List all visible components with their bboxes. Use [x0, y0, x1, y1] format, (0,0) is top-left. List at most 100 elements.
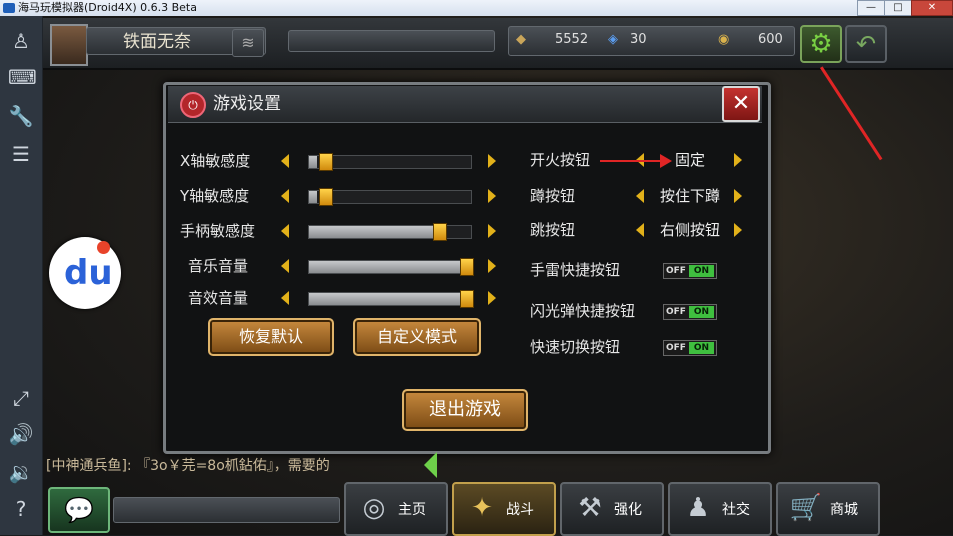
jump-button-label: 跳按钮	[530, 221, 576, 239]
nav-home-label: 主页	[398, 502, 426, 518]
slider-increase-arrow-icon[interactable]	[488, 224, 496, 238]
flashbang-shortcut-label: 闪光弹快捷按钮	[530, 302, 636, 320]
chat-ticker: [中神通兵鱼]: 『3o￥芫=8o枛鉆佑』，需要的	[46, 458, 330, 474]
exp-bar	[288, 30, 495, 52]
toggle-on-label: ON	[689, 265, 714, 277]
window-titlebar: 海马玩模拟器(Droid4X) 0.6.3 Beta	[0, 0, 953, 16]
slider-knob[interactable]	[460, 258, 475, 276]
nav-home[interactable]: ◎ 主页	[344, 482, 448, 536]
quick-switch-label: 快速切换按钮	[530, 338, 621, 356]
nav-social-label: 社交	[722, 502, 750, 518]
nav-upgrade-label: 强化	[614, 502, 642, 518]
wrench-icon[interactable]: 🔧	[8, 103, 34, 129]
nav-battle-label: 战斗	[506, 502, 534, 518]
fullscreen-icon[interactable]: ⤢	[8, 385, 34, 411]
slider-increase-arrow-icon[interactable]	[488, 154, 496, 168]
custom-mode-button[interactable]: 自定义模式	[353, 318, 481, 356]
settings-title: 游戏设置	[213, 94, 281, 114]
slider-decrease-arrow-icon[interactable]	[281, 291, 289, 305]
volume-up-icon[interactable]: 🔊	[8, 421, 34, 447]
notification-dot	[97, 241, 110, 254]
chat-bubble-icon[interactable]: 💬	[48, 487, 110, 533]
slider-decrease-arrow-icon[interactable]	[281, 154, 289, 168]
keyboard-icon[interactable]: ⌨	[8, 64, 37, 90]
nav-shop-label: 商城	[830, 502, 858, 518]
jump-prev-arrow-icon[interactable]	[636, 223, 644, 237]
slider-fill	[309, 293, 467, 305]
cart-icon: 🛒	[789, 493, 823, 523]
slider-decrease-arrow-icon[interactable]	[281, 224, 289, 238]
quick-switch-toggle[interactable]: OFF ON	[663, 340, 717, 356]
slider-increase-arrow-icon[interactable]	[488, 259, 496, 273]
diamond-amount: 30	[630, 32, 647, 47]
maximize-button[interactable]: □	[884, 0, 912, 16]
slider-label: 手柄敏感度	[180, 222, 256, 240]
slider-label: Y轴敏感度	[180, 187, 250, 205]
slider-label: 音效音量	[188, 289, 249, 307]
slider-fill	[309, 156, 318, 168]
nav-upgrade[interactable]: ⚒ 强化	[560, 482, 664, 536]
chat-input-bar[interactable]	[113, 497, 340, 523]
window-title: 海马玩模拟器(Droid4X) 0.6.3 Beta	[18, 1, 197, 14]
slider-knob[interactable]	[432, 223, 447, 241]
help-icon[interactable]: ?	[8, 496, 34, 522]
app-logo-icon	[3, 3, 15, 13]
user-icon[interactable]: ♙	[8, 28, 34, 54]
home-icon: ◎	[362, 493, 386, 523]
slider-increase-arrow-icon[interactable]	[488, 291, 496, 305]
slider-knob[interactable]	[319, 188, 334, 206]
crouch-next-arrow-icon[interactable]	[734, 189, 742, 203]
settings-power-icon: ⏻	[180, 92, 206, 118]
slider-track[interactable]	[308, 258, 475, 276]
nav-social[interactable]: ♟ 社交	[668, 482, 772, 536]
grenade-shortcut-toggle[interactable]: OFF ON	[663, 263, 717, 279]
social-icon: ♟	[686, 493, 710, 523]
restore-default-button[interactable]: 恢复默认	[208, 318, 334, 356]
baidu-paw-icon: du	[64, 253, 113, 293]
crouch-button-label: 蹲按钮	[530, 187, 576, 205]
jump-button-value: 右侧按钮	[659, 221, 720, 239]
gold-amount: 5552	[555, 32, 589, 47]
toggle-on-label: ON	[689, 306, 714, 318]
slider-fill	[309, 226, 439, 238]
slider-decrease-arrow-icon[interactable]	[281, 259, 289, 273]
slider-label: 音乐音量	[188, 257, 249, 275]
slider-track[interactable]	[308, 153, 472, 171]
slider-knob[interactable]	[319, 153, 334, 171]
exit-game-button[interactable]: 退出游戏	[402, 389, 528, 431]
back-arrow-icon[interactable]: ↶	[845, 25, 887, 63]
slider-fill	[309, 191, 318, 203]
grenade-shortcut-label: 手雷快捷按钮	[530, 261, 621, 279]
close-icon[interactable]: ✕	[722, 86, 760, 122]
slider-track[interactable]	[308, 188, 472, 206]
jump-next-arrow-icon[interactable]	[734, 223, 742, 237]
list-icon[interactable]: ☰	[8, 141, 34, 167]
resource-panel	[508, 26, 795, 56]
slider-track[interactable]	[308, 223, 472, 241]
annotation-arrow	[600, 154, 672, 168]
tools-icon: ⚒	[578, 493, 602, 523]
window-close-button[interactable]: ✕	[911, 0, 953, 16]
slider-increase-arrow-icon[interactable]	[488, 189, 496, 203]
medal-icon: ◉	[718, 32, 730, 47]
volume-down-icon[interactable]: 🔉	[8, 459, 34, 485]
slider-decrease-arrow-icon[interactable]	[281, 189, 289, 203]
emulator-sidebar	[0, 16, 43, 535]
slider-fill	[309, 261, 467, 273]
settings-gear-icon[interactable]: ⚙	[800, 25, 842, 63]
minimize-button[interactable]: —	[857, 0, 885, 16]
player-avatar[interactable]	[50, 24, 88, 66]
fire-next-arrow-icon[interactable]	[734, 153, 742, 167]
crouch-button-value: 按住下蹲	[659, 187, 720, 205]
baidu-float-button[interactable]: du	[49, 237, 121, 309]
slider-knob[interactable]	[460, 290, 475, 308]
crouch-prev-arrow-icon[interactable]	[636, 189, 644, 203]
nav-battle[interactable]: ✦ 战斗	[452, 482, 556, 536]
chat-expand-arrow-icon[interactable]	[424, 452, 437, 478]
toggle-off-label: OFF	[666, 307, 686, 317]
rank-chevron-icon: ≋	[232, 29, 264, 57]
nav-shop[interactable]: 🛒 商城	[776, 482, 880, 536]
toggle-on-label: ON	[689, 342, 714, 354]
slider-track[interactable]	[308, 290, 475, 308]
flashbang-shortcut-toggle[interactable]: OFF ON	[663, 304, 717, 320]
